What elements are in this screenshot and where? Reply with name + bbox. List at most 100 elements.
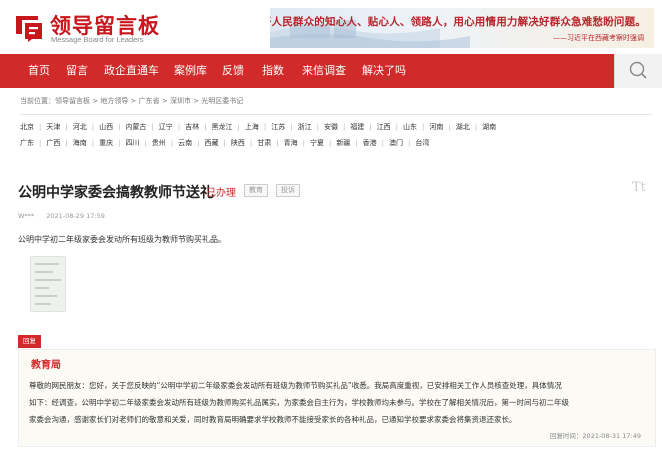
region-link[interactable]: 山西 [99, 122, 113, 132]
site-header: 领导留言板 Message Board for Leaders 当好人民群众的知… [0, 0, 662, 54]
attachment-line [35, 303, 51, 305]
logo-mark-icon [16, 16, 42, 42]
region-separator: | [328, 139, 332, 147]
message-time: 2021-08-29 17:59 [46, 212, 105, 220]
message-content: 公明中学初二年级家委会发动所有班级为教师节购买礼品。 [18, 235, 226, 244]
region-separator: | [197, 139, 200, 147]
region-link[interactable]: 山东 [403, 122, 417, 132]
region-separator: | [290, 123, 293, 131]
region-link[interactable]: 新疆 [336, 138, 350, 148]
region-link[interactable]: 广西 [46, 138, 60, 148]
region-separator: | [91, 139, 95, 147]
region-separator: | [381, 139, 385, 147]
region-separator: | [170, 139, 174, 147]
region-separator: | [237, 123, 240, 131]
attachment-line [35, 263, 59, 265]
region-link[interactable]: 四川 [125, 138, 139, 148]
reply-organization: 教育局 [31, 360, 61, 371]
region-link[interactable]: 上海 [245, 122, 259, 132]
nav-item-feedback[interactable]: 反馈 [222, 54, 244, 88]
region-separator: | [91, 123, 95, 131]
attachment-thumbnail[interactable] [30, 256, 66, 312]
site-logo[interactable]: 领导留言板 Message Board for Leaders [14, 10, 204, 46]
region-separator: | [65, 139, 68, 147]
region-link[interactable]: 湖南 [482, 122, 496, 132]
reply-text-line: 家委会沟通，感谢家长们对老师们的敬意和关爱，同时教育局明确要求学校教师不能接受家… [29, 415, 517, 424]
region-link[interactable]: 湖北 [456, 122, 470, 132]
region-link[interactable]: 重庆 [99, 138, 113, 148]
divider [20, 114, 652, 115]
region-row: 广东 | 广西 | 海南 | 重庆 | 四川 | 贵州 | 云南 | 西藏 | 陕西 | 甘肃 | 青海 | 宁夏 | 新疆 | 香… [20, 138, 652, 154]
region-link[interactable]: 黑龙江 [212, 122, 233, 132]
region-link[interactable]: 内蒙古 [125, 122, 146, 132]
region-link[interactable]: 宁夏 [310, 138, 324, 148]
region-separator: | [263, 123, 267, 131]
region-link[interactable]: 台湾 [415, 138, 429, 148]
nav-item-solved[interactable]: 解决了吗 [362, 54, 406, 88]
attachment-line [35, 271, 53, 273]
region-link[interactable]: 江苏 [271, 122, 285, 132]
reply-section: 回复 教育局 尊敬的网民朋友：您好，关于您反映的“公明中学初二年级家委会发动所有… [18, 335, 656, 447]
attachment-line [35, 287, 49, 289]
region-link[interactable]: 青海 [284, 138, 298, 148]
reply-text-line: 如下：经调查，公明中学初二年级家委会发动所有班级为教师购买礼品属实，为家委会自主… [29, 398, 569, 407]
search-icon [629, 61, 647, 79]
region-link[interactable]: 澳门 [389, 138, 403, 148]
reply-time: 回复时间：2021-08-31 17:49 [549, 432, 641, 440]
region-separator: | [204, 123, 207, 131]
region-link[interactable]: 河南 [429, 122, 443, 132]
category-tag[interactable]: 教育 [244, 184, 268, 197]
reply-text-line: 尊敬的网民朋友：您好，关于您反映的“公明中学初二年级家委会发动所有班级为教师节购… [29, 381, 562, 390]
region-link[interactable]: 辽宁 [159, 122, 173, 132]
nav-item-enterprise[interactable]: 政企直通车 [104, 54, 159, 88]
header-banner: 当好人民群众的知心人、贴心人、领路人，用心用情用力解决好群众急难愁盼问题。 ——… [270, 8, 654, 48]
region-link[interactable]: 天津 [46, 122, 60, 132]
region-separator: | [422, 123, 425, 131]
region-link[interactable]: 云南 [178, 138, 192, 148]
region-separator: | [342, 123, 346, 131]
type-tag[interactable]: 投诉 [276, 184, 300, 197]
attachment-line [35, 295, 57, 297]
region-separator: | [39, 139, 42, 147]
region-separator: | [448, 123, 451, 131]
nav-item-cases[interactable]: 案例库 [174, 54, 207, 88]
breadcrumb: 当前位置：领导留言板 > 地方领导 > 广东省 > 深圳市 > 光明区委书记 [20, 97, 244, 105]
nav-item-message[interactable]: 留言 [66, 54, 88, 88]
region-link[interactable]: 安徽 [324, 122, 338, 132]
font-size-toggle-icon[interactable]: Tt [632, 180, 646, 195]
region-link[interactable]: 广东 [20, 138, 34, 148]
attachment-line [35, 279, 61, 281]
region-link[interactable]: 陕西 [231, 138, 245, 148]
region-separator: | [369, 123, 372, 131]
nav-item-home[interactable]: 首页 [28, 54, 50, 88]
region-separator: | [39, 123, 42, 131]
region-link[interactable]: 北京 [20, 122, 34, 132]
message-title: 公明中学家委会搞教教师节送礼 [18, 185, 214, 201]
region-separator: | [316, 123, 319, 131]
region-separator: | [249, 139, 253, 147]
region-link[interactable]: 河北 [73, 122, 87, 132]
region-link[interactable]: 西藏 [205, 138, 219, 148]
region-separator: | [144, 139, 147, 147]
message-author: W*** [18, 212, 35, 220]
nav-item-index[interactable]: 指数 [262, 54, 284, 88]
region-separator: | [474, 123, 478, 131]
region-link[interactable]: 福建 [350, 122, 364, 132]
region-link[interactable]: 甘肃 [257, 138, 271, 148]
region-link[interactable]: 吉林 [185, 122, 199, 132]
region-link[interactable]: 贵州 [152, 138, 166, 148]
banner-quote: 当好人民群众的知心人、贴心人、领路人，用心用情用力解决好群众急难愁盼问题。 [270, 16, 646, 28]
nav-item-survey[interactable]: 来信调查 [302, 54, 346, 88]
region-link[interactable]: 浙江 [298, 122, 312, 132]
region-separator: | [65, 123, 68, 131]
nav-search-button[interactable] [614, 54, 662, 88]
region-link[interactable]: 香港 [363, 138, 377, 148]
main-nav: 首页 留言 政企直通车 案例库 反馈 指数 来信调查 解决了吗 [0, 54, 662, 88]
region-separator: | [276, 139, 279, 147]
logo-subtitle: Message Board for Leaders [51, 35, 144, 44]
status-badge: 已办理 [206, 188, 236, 199]
region-separator: | [223, 139, 226, 147]
region-link[interactable]: 江西 [377, 122, 391, 132]
region-link[interactable]: 海南 [73, 138, 87, 148]
reply-box: 教育局 尊敬的网民朋友：您好，关于您反映的“公明中学初二年级家委会发动所有班级为… [18, 349, 656, 447]
